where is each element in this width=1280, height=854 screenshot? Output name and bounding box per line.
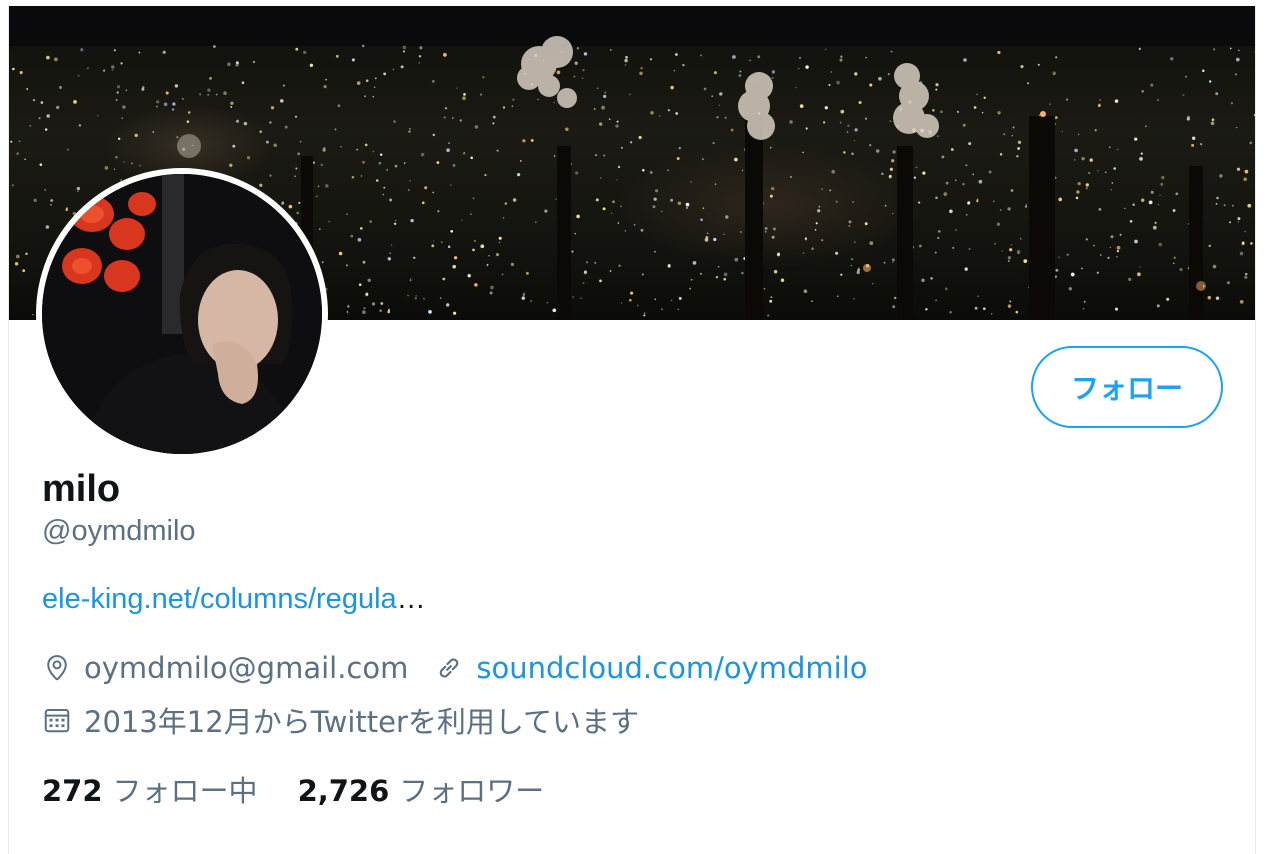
location-pin-icon (47, 655, 67, 681)
follow-stats: 272 フォロー中 2,726 フォロワー (42, 768, 584, 810)
location-item: oymdmilo@gmail.com (42, 651, 408, 685)
followers-count: 2,726 (297, 774, 390, 808)
following-stat[interactable]: 272 フォロー中 (42, 768, 258, 810)
joined-row: 2013年12月からTwitterを利用しています (42, 699, 665, 741)
avatar-photo (42, 174, 322, 454)
following-count: 272 (42, 774, 103, 808)
calendar-icon (44, 709, 70, 733)
joined-item: 2013年12月からTwitterを利用しています (42, 699, 639, 741)
display-name: milo (42, 468, 121, 510)
followers-label: フォロワー (399, 774, 545, 808)
location-text: oymdmilo@gmail.com (84, 651, 409, 685)
bio: ele-king.net/columns/regula… (42, 583, 426, 616)
follow-button[interactable]: フォロー (1031, 346, 1223, 428)
followers-stat[interactable]: 2,726 フォロワー (298, 768, 545, 810)
website-item: soundcloud.com/oymdmilo (434, 651, 868, 685)
following-label: フォロー中 (112, 774, 258, 808)
joined-text: 2013年12月からTwitterを利用しています (84, 705, 640, 739)
profile-page: フォロー milo @oymdmilo ele-king.net/columns… (8, 6, 1256, 854)
bio-link[interactable]: ele-king.net/columns/regula (42, 583, 397, 615)
website-link[interactable]: soundcloud.com/oymdmilo (476, 651, 867, 685)
link-icon (440, 658, 459, 678)
user-handle: @oymdmilo (42, 515, 196, 547)
bio-ellipsis: … (396, 583, 426, 615)
profile-meta-row: oymdmilo@gmail.com soundcloud.com/oymdmi… (42, 651, 894, 685)
profile-avatar[interactable] (36, 168, 328, 460)
